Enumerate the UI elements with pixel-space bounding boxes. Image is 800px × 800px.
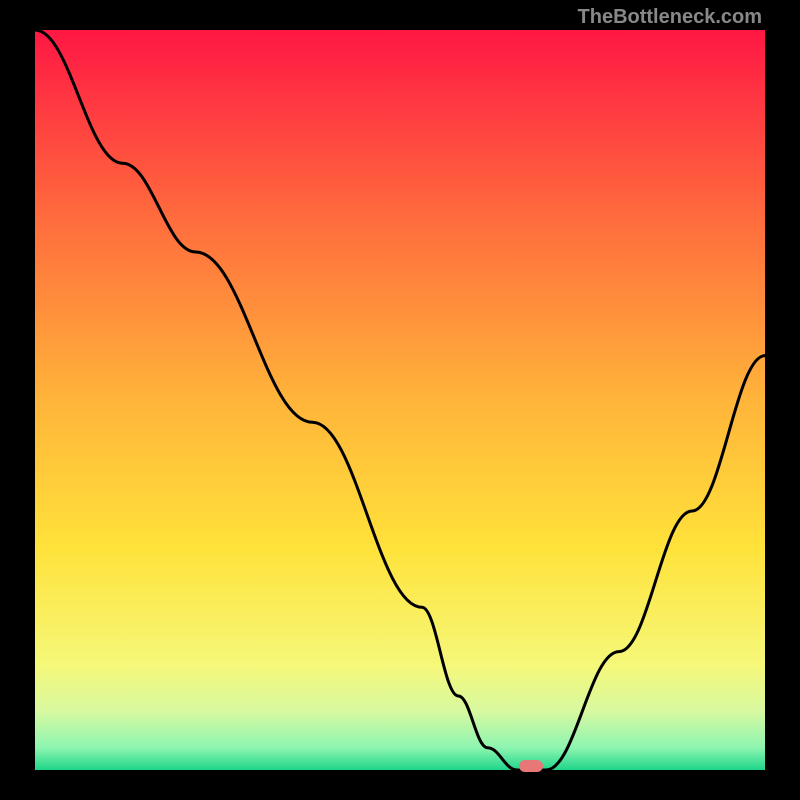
chart-container: TheBottleneck.com <box>0 0 800 800</box>
plot-area <box>35 30 765 770</box>
optimal-marker <box>519 760 543 772</box>
watermark-text: TheBottleneck.com <box>578 6 762 29</box>
bottleneck-curve <box>35 30 765 770</box>
